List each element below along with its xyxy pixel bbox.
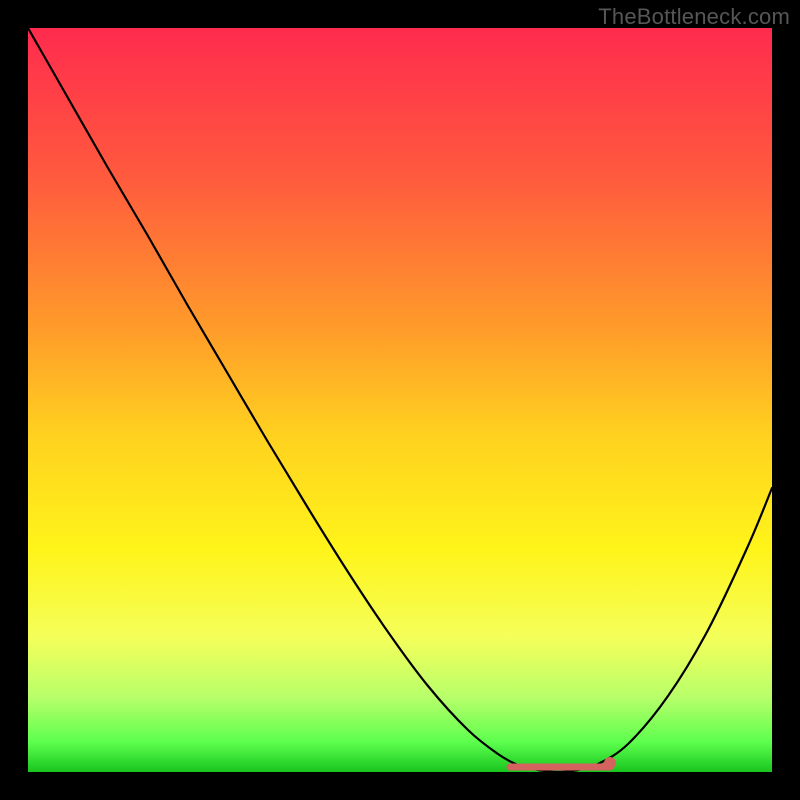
watermark-text: TheBottleneck.com — [598, 4, 790, 30]
bottleneck-curve — [28, 28, 772, 772]
plot-area — [28, 28, 772, 772]
curve-layer — [28, 28, 772, 772]
chart-frame: TheBottleneck.com — [0, 0, 800, 800]
